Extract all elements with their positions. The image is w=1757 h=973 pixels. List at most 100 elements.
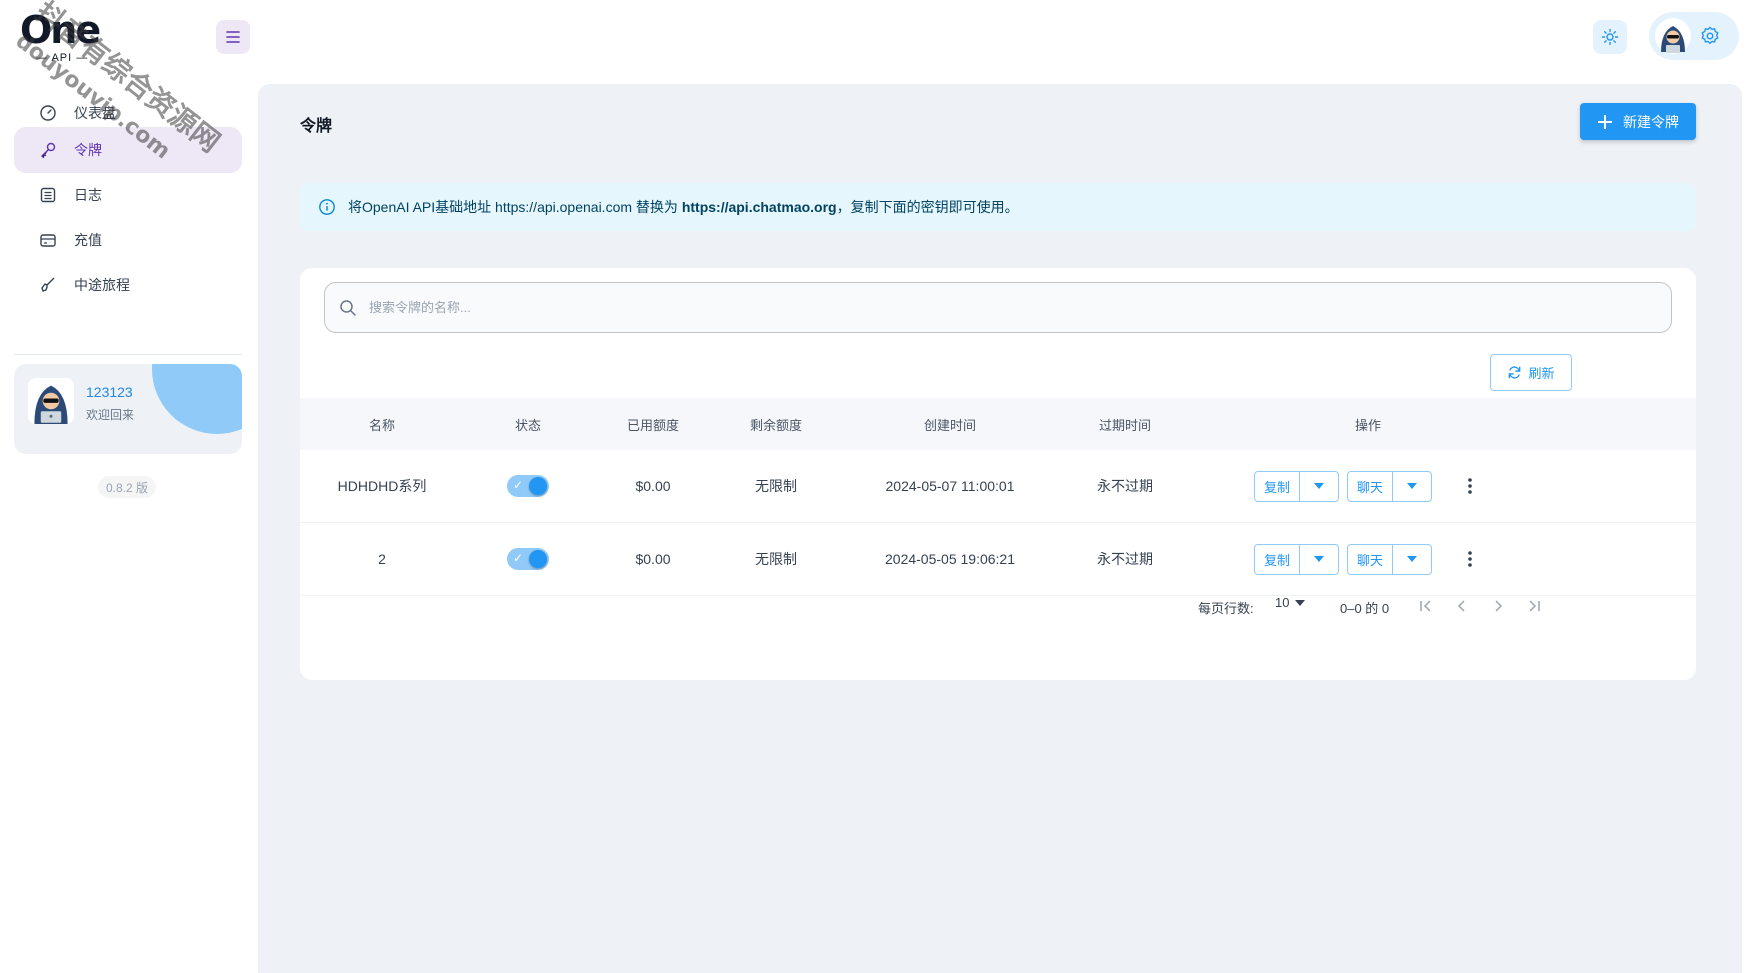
caret-down-icon bbox=[1407, 483, 1417, 489]
search-input[interactable] bbox=[369, 300, 1569, 315]
profile-menu-button[interactable] bbox=[1649, 12, 1739, 60]
row-actions: 复制 聊天 bbox=[1254, 450, 1482, 522]
dashboard-icon bbox=[40, 105, 56, 121]
table-header: 名称 状态 已用额度 剩余额度 创建时间 过期时间 操作 bbox=[300, 398, 1696, 450]
gear-icon bbox=[1701, 26, 1719, 45]
column-header-remaining[interactable]: 剩余额度 bbox=[750, 398, 802, 450]
sidebar-item-label: 充值 bbox=[74, 232, 102, 248]
status-toggle[interactable]: ✓ bbox=[507, 548, 549, 570]
chat-button-group: 聊天 bbox=[1347, 543, 1432, 575]
column-header-name[interactable]: 名称 bbox=[369, 398, 395, 450]
page-range: 0–0 的 0 bbox=[1340, 601, 1390, 616]
check-icon: ✓ bbox=[513, 478, 524, 492]
copy-button[interactable]: 复制 bbox=[1255, 544, 1300, 574]
search-icon bbox=[340, 299, 356, 316]
more-vertical-icon bbox=[1468, 478, 1472, 494]
expire-time: 永不过期 bbox=[1097, 478, 1153, 494]
logo-subtext: — API — bbox=[36, 52, 89, 64]
more-actions-button[interactable] bbox=[1458, 471, 1482, 502]
alert-text: 将OpenAI API基础地址 https://api.openai.com 替… bbox=[348, 197, 1019, 217]
chat-button[interactable]: 聊天 bbox=[1348, 544, 1393, 574]
new-token-button[interactable]: 新建令牌 bbox=[1580, 103, 1696, 140]
page-title: 令牌 bbox=[300, 118, 333, 135]
sidebar-item-label: 令牌 bbox=[74, 142, 102, 158]
sidebar: 仪表盘 令牌 日志 充值 中途旅程 123123 欢迎回来 0.8.2 版 bbox=[0, 84, 258, 973]
more-vertical-icon bbox=[1468, 551, 1472, 567]
avatar bbox=[1655, 18, 1691, 54]
alert-url: https://api.chatmao.org bbox=[681, 199, 837, 215]
log-icon bbox=[40, 187, 56, 203]
status-cell: ✓ bbox=[507, 450, 549, 522]
pagination: 每页行数: 10 0–0 的 0 bbox=[300, 578, 1696, 634]
plus-icon bbox=[1598, 114, 1612, 129]
last-page-icon bbox=[1529, 600, 1540, 612]
rows-per-page-select[interactable]: 10 bbox=[1275, 595, 1306, 610]
wallet-icon bbox=[40, 234, 56, 247]
chat-button-group: 聊天 bbox=[1347, 470, 1432, 502]
rows-per-page-label: 每页行数: bbox=[1198, 601, 1254, 616]
sidebar-item-logs[interactable]: 日志 bbox=[14, 172, 242, 218]
caret-down-icon bbox=[1295, 599, 1306, 606]
main-content: 令牌 新建令牌 将OpenAI API基础地址 https://api.open… bbox=[258, 84, 1742, 973]
status-toggle[interactable]: ✓ bbox=[507, 475, 549, 497]
copy-dropdown-button[interactable] bbox=[1300, 545, 1338, 574]
sidebar-item-topup[interactable]: 充值 bbox=[14, 217, 242, 263]
copy-button-group: 复制 bbox=[1254, 543, 1339, 575]
user-greeting: 欢迎回来 bbox=[86, 408, 135, 422]
caret-down-icon bbox=[1314, 556, 1324, 562]
caret-down-icon bbox=[1314, 483, 1324, 489]
sidebar-item-midjourney[interactable]: 中途旅程 bbox=[14, 262, 242, 308]
rows-per-page-value: 10 bbox=[1275, 595, 1290, 610]
sidebar-item-label: 中途旅程 bbox=[74, 277, 130, 293]
refresh-icon bbox=[1509, 366, 1521, 379]
remaining-quota: 无限制 bbox=[755, 478, 797, 494]
first-page-button[interactable] bbox=[1412, 592, 1440, 620]
table-row: HDHDHD系列 ✓ $0.00 无限制 2024-05-07 11:00:01… bbox=[300, 450, 1696, 523]
created-time: 2024-05-07 11:00:01 bbox=[885, 478, 1015, 494]
info-alert: 将OpenAI API基础地址 https://api.openai.com 替… bbox=[300, 183, 1696, 231]
sidebar-item-label: 仪表盘 bbox=[74, 105, 116, 121]
copy-button[interactable]: 复制 bbox=[1255, 471, 1300, 501]
caret-down-icon bbox=[1407, 556, 1417, 562]
new-token-label: 新建令牌 bbox=[1623, 113, 1679, 130]
user-avatar bbox=[28, 378, 74, 424]
sun-icon bbox=[1601, 28, 1619, 46]
sidebar-item-label: 日志 bbox=[74, 187, 102, 203]
card-decoration bbox=[152, 364, 242, 434]
more-actions-button[interactable] bbox=[1458, 544, 1482, 575]
chat-button[interactable]: 聊天 bbox=[1348, 471, 1393, 501]
column-header-created[interactable]: 创建时间 bbox=[924, 398, 976, 450]
chevron-right-icon bbox=[1495, 600, 1503, 612]
sidebar-item-tokens[interactable]: 令牌 bbox=[14, 127, 242, 173]
alert-prefix: 将OpenAI API基础地址 https://api.openai.com 替… bbox=[348, 199, 682, 215]
user-name[interactable]: 123123 bbox=[86, 384, 133, 400]
chat-dropdown-button[interactable] bbox=[1393, 472, 1431, 501]
previous-page-button[interactable] bbox=[1448, 592, 1476, 620]
version-badge: 0.8.2 版 bbox=[98, 476, 157, 498]
column-header-status[interactable]: 状态 bbox=[515, 398, 541, 450]
column-header-expires[interactable]: 过期时间 bbox=[1099, 398, 1151, 450]
key-icon bbox=[41, 142, 56, 159]
user-card: 123123 欢迎回来 bbox=[14, 364, 242, 454]
last-page-button[interactable] bbox=[1520, 592, 1548, 620]
check-icon: ✓ bbox=[513, 551, 524, 565]
app-logo[interactable]: One — API — bbox=[20, 8, 110, 66]
first-page-icon bbox=[1420, 600, 1431, 612]
menu-toggle-button[interactable] bbox=[216, 20, 250, 54]
logo-text: One bbox=[20, 8, 101, 52]
token-name: HDHDHD系列 bbox=[337, 478, 427, 494]
sidebar-divider bbox=[14, 354, 242, 355]
tokens-card: 刷新 名称 状态 已用额度 剩余额度 创建时间 过期时间 操作 HDHDHD系列… bbox=[300, 268, 1696, 680]
alert-suffix: ，复制下面的密钥即可使用。 bbox=[836, 199, 1019, 215]
chat-dropdown-button[interactable] bbox=[1393, 545, 1431, 574]
next-page-button[interactable] bbox=[1484, 592, 1512, 620]
copy-dropdown-button[interactable] bbox=[1300, 472, 1338, 501]
menu-icon bbox=[226, 31, 240, 43]
theme-toggle-button[interactable] bbox=[1593, 20, 1627, 54]
search-box bbox=[324, 282, 1672, 333]
refresh-label: 刷新 bbox=[1528, 366, 1555, 381]
column-header-used[interactable]: 已用额度 bbox=[627, 398, 679, 450]
chevron-left-icon bbox=[1457, 600, 1465, 612]
refresh-button[interactable]: 刷新 bbox=[1490, 354, 1572, 391]
brush-icon bbox=[41, 277, 55, 292]
